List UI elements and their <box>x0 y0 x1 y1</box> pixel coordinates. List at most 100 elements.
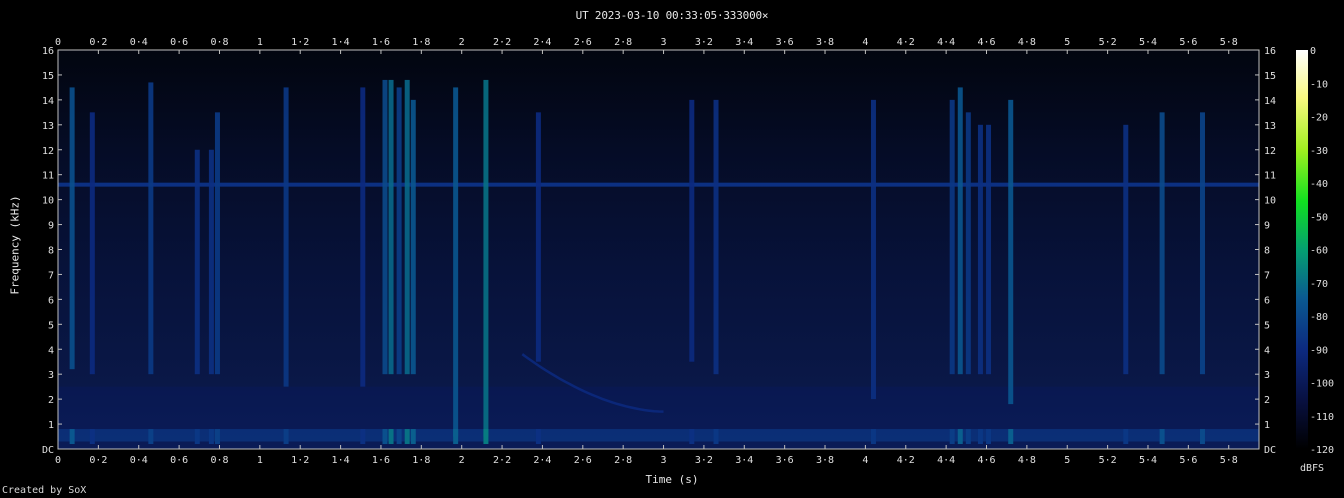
y-tick-label-left-6: 6 <box>48 295 54 306</box>
x-tick-label-top-3: 0·6 <box>170 37 188 48</box>
x-tick-label-bottom-26: 5·2 <box>1099 455 1117 466</box>
x-tick-label-top-19: 3·8 <box>816 37 834 48</box>
x-tick-label-top-15: 3 <box>661 37 667 48</box>
impulse-base-5 <box>214 429 220 445</box>
x-tick-label-top-22: 4·4 <box>937 37 955 48</box>
impulse-5 <box>214 112 220 375</box>
y-tick-label-left-5: 5 <box>48 320 54 331</box>
x-tick-label-top-23: 4·6 <box>977 37 995 48</box>
y-tick-label-right-12: 12 <box>1264 146 1276 157</box>
impulse-4 <box>208 149 214 375</box>
impulse-base-27 <box>1199 429 1205 445</box>
y-tick-label-left-14: 14 <box>42 96 54 107</box>
x-tick-label-bottom-13: 2·6 <box>574 455 592 466</box>
colorbar-tick-label-1: -10 <box>1310 79 1328 90</box>
impulse-base-25 <box>1123 429 1129 445</box>
y-tick-label-left-7: 7 <box>48 270 54 281</box>
y-tick-label-right-13: 13 <box>1264 121 1276 132</box>
spectrogram-chart: 000·20·20·40·40·60·60·80·8111·21·21·41·4… <box>42 37 1334 474</box>
impulse-base-26 <box>1159 429 1165 445</box>
impulse-16 <box>689 99 695 362</box>
colorbar-tick-label-0: 0 <box>1310 46 1316 57</box>
y-tick-label-right-6: 6 <box>1264 295 1270 306</box>
impulse-base-22 <box>977 429 983 445</box>
impulse-base-12 <box>410 429 416 445</box>
y-tick-label-left-15: 15 <box>42 71 54 82</box>
colorbar-tick-label-7: -70 <box>1310 279 1328 290</box>
x-tick-label-bottom-23: 4·6 <box>977 455 995 466</box>
x-tick-label-bottom-15: 3 <box>661 455 667 466</box>
impulse-9 <box>388 79 394 375</box>
colorbar-label: dBFS <box>1300 463 1324 474</box>
impulse-27 <box>1199 112 1205 375</box>
impulse-base-13 <box>453 429 459 445</box>
x-tick-label-top-20: 4 <box>862 37 868 48</box>
y-tick-label-left-8: 8 <box>48 246 54 257</box>
impulse-18 <box>870 99 876 400</box>
x-tick-label-bottom-29: 5·8 <box>1220 455 1238 466</box>
x-tick-label-bottom-17: 3·4 <box>735 455 753 466</box>
x-tick-label-top-13: 2·6 <box>574 37 592 48</box>
y-tick-label-right-2: 2 <box>1264 395 1270 406</box>
impulse-base-19 <box>949 429 955 445</box>
x-tick-label-bottom-6: 1·2 <box>291 455 309 466</box>
impulse-base-4 <box>208 429 214 445</box>
impulse-21 <box>965 112 971 375</box>
x-tick-label-bottom-20: 4 <box>862 455 868 466</box>
impulse-base-14 <box>483 429 489 445</box>
impulse-8 <box>382 79 388 375</box>
colorbar-tick-label-4: -40 <box>1310 179 1328 190</box>
x-tick-label-top-16: 3·2 <box>695 37 713 48</box>
y-tick-label-right-4: 4 <box>1264 345 1270 356</box>
impulse-base-15 <box>535 429 541 445</box>
x-tick-label-top-2: 0·4 <box>130 37 148 48</box>
y-tick-label-left-12: 12 <box>42 146 54 157</box>
x-tick-label-bottom-25: 5 <box>1064 455 1070 466</box>
x-tick-label-bottom-2: 0·4 <box>130 455 148 466</box>
impulse-base-1 <box>89 429 95 445</box>
y-tick-label-right-14: 14 <box>1264 96 1276 107</box>
colorbar-tick-label-11: -110 <box>1310 412 1334 423</box>
x-tick-label-bottom-9: 1·8 <box>412 455 430 466</box>
y-tick-label-left-13: 13 <box>42 121 54 132</box>
x-tick-label-bottom-16: 3·2 <box>695 455 713 466</box>
colorbar-tick-label-6: -60 <box>1310 246 1328 257</box>
y-tick-label-left-10: 10 <box>42 196 54 207</box>
impulse-base-9 <box>388 429 394 445</box>
impulse-base-0 <box>69 429 75 445</box>
x-tick-label-bottom-14: 2·8 <box>614 455 632 466</box>
x-tick-label-top-5: 1 <box>257 37 263 48</box>
impulse-19 <box>949 99 955 375</box>
y-tick-label-right-5: 5 <box>1264 320 1270 331</box>
x-tick-label-top-6: 1·2 <box>291 37 309 48</box>
impulse-0 <box>69 87 75 370</box>
x-tick-label-bottom-21: 4·2 <box>897 455 915 466</box>
impulse-base-18 <box>870 429 876 445</box>
impulse-23 <box>986 124 992 375</box>
impulse-13 <box>453 87 459 437</box>
colorbar <box>1296 50 1308 449</box>
y-tick-label-left-3: 3 <box>48 370 54 381</box>
y-tick-label-left-0: DC <box>42 445 54 456</box>
impulse-17 <box>713 99 719 375</box>
colorbar-tick-label-2: -20 <box>1310 113 1328 124</box>
y-tick-label-right-0: DC <box>1264 445 1276 456</box>
x-tick-label-top-9: 1·8 <box>412 37 430 48</box>
x-tick-label-bottom-24: 4·8 <box>1018 455 1036 466</box>
impulse-15 <box>535 112 541 362</box>
y-tick-label-right-7: 7 <box>1264 270 1270 281</box>
impulse-11 <box>404 79 410 375</box>
impulse-base-11 <box>404 429 410 445</box>
x-tick-label-top-24: 4·8 <box>1018 37 1036 48</box>
impulse-base-3 <box>194 429 200 445</box>
y-tick-label-right-3: 3 <box>1264 370 1270 381</box>
x-tick-label-top-8: 1·6 <box>372 37 390 48</box>
y-tick-label-right-8: 8 <box>1264 246 1270 257</box>
x-tick-label-top-1: 0·2 <box>89 37 107 48</box>
impulse-base-6 <box>283 429 289 445</box>
impulse-base-10 <box>396 429 402 445</box>
impulse-12 <box>410 99 416 375</box>
y-tick-label-right-11: 11 <box>1264 171 1276 182</box>
x-tick-label-bottom-5: 1 <box>257 455 263 466</box>
y-tick-label-right-9: 9 <box>1264 221 1270 232</box>
